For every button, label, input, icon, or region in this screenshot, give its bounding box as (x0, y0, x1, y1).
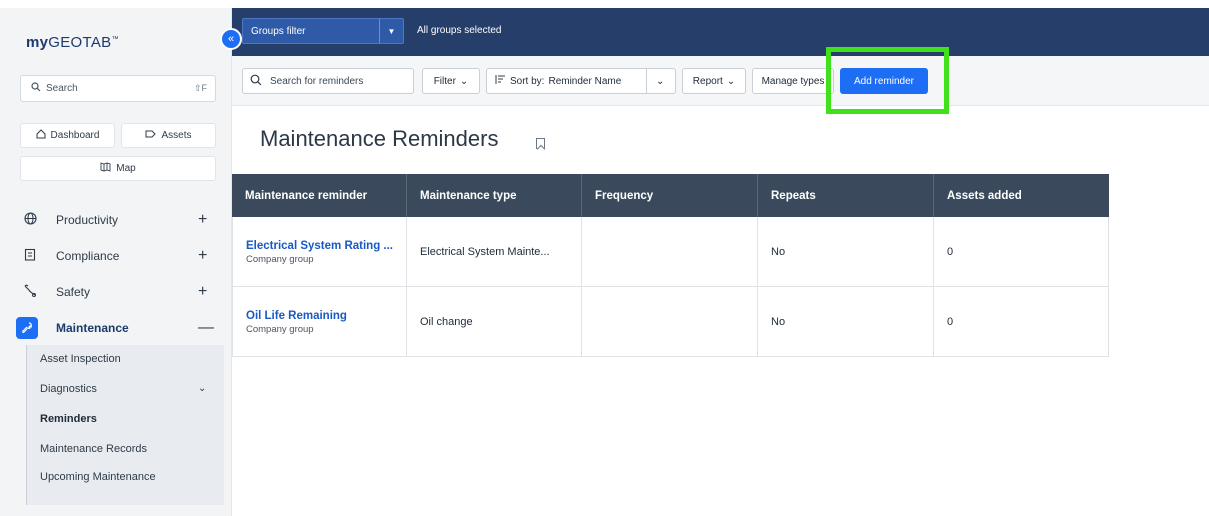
nav-item-compliance[interactable]: Compliance + (0, 241, 232, 271)
manage-types-button[interactable]: Manage types (752, 68, 834, 94)
column-header[interactable]: Assets added (934, 174, 1109, 217)
submenu-upcoming-maintenance[interactable]: Upcoming Maintenance (40, 471, 156, 483)
repeats-cell: No (758, 217, 934, 287)
wrench-icon (16, 317, 38, 339)
dropdown-arrow-icon[interactable]: ▼ (379, 19, 403, 43)
frequency-cell (582, 217, 758, 287)
submenu-diagnostics[interactable]: Diagnostics ⌄ (40, 383, 206, 395)
reminder-group: Company group (246, 323, 314, 335)
groups-status: All groups selected (417, 25, 502, 36)
sidebar-search-placeholder: Search (46, 83, 78, 94)
divider (646, 69, 647, 93)
column-header[interactable]: Repeats (758, 174, 934, 217)
assets-cell: 0 (934, 217, 1109, 287)
reminder-link[interactable]: Oil Life Remaining (246, 310, 406, 322)
chevron-down-icon: ⌄ (459, 75, 469, 87)
column-header[interactable]: Maintenance type (407, 174, 582, 217)
assets-button[interactable]: Assets (121, 123, 216, 148)
maintenance-submenu: Asset Inspection Diagnostics ⌄ Reminders… (26, 345, 224, 505)
reminder-group: Company group (246, 253, 314, 265)
search-shortcut: ⇧F (193, 83, 207, 93)
search-icon (250, 74, 262, 89)
collapse-section-icon: — (198, 319, 214, 336)
highlight-box (826, 47, 949, 114)
submenu-maintenance-records[interactable]: Maintenance Records (40, 443, 147, 455)
reminder-cell[interactable]: Oil Life Remaining Company group (232, 287, 407, 357)
table-row[interactable]: Electrical System Rating ... Company gro… (232, 217, 1109, 287)
table-row[interactable]: Oil Life Remaining Company group Oil cha… (232, 287, 1109, 357)
bookmark-icon[interactable] (536, 138, 545, 149)
page-title: Maintenance Reminders (260, 126, 499, 151)
repeats-cell: No (758, 287, 934, 357)
map-icon (100, 162, 111, 175)
top-bar: Groups filter ▼ All groups selected (232, 8, 1209, 56)
type-cell: Electrical System Mainte... (407, 217, 582, 287)
reminder-cell[interactable]: Electrical System Rating ... Company gro… (232, 217, 407, 287)
mygeotab-logo[interactable]: myGEOTAB™ (26, 34, 119, 51)
nav-item-maintenance[interactable]: Maintenance — (0, 313, 232, 343)
expand-icon: + (198, 211, 208, 228)
reminders-search-input[interactable]: Search for reminders (242, 68, 414, 94)
report-button[interactable]: Report ⌄ (682, 68, 746, 94)
expand-icon: + (198, 283, 208, 300)
nav-item-productivity[interactable]: Productivity + (0, 205, 232, 235)
clipboard-icon (22, 248, 38, 264)
tag-icon (145, 129, 157, 142)
sidebar-search-input[interactable]: Search ⇧F (20, 75, 216, 102)
column-header[interactable]: Maintenance reminder (232, 174, 407, 217)
chevron-down-icon[interactable]: ⌄ (656, 76, 664, 87)
collapse-sidebar-button[interactable]: « (220, 28, 242, 50)
search-icon (31, 82, 41, 95)
home-icon (36, 129, 46, 142)
dashboard-button[interactable]: Dashboard (20, 123, 115, 148)
sort-dropdown[interactable]: Sort by: Reminder Name ⌄ (486, 68, 676, 94)
frequency-cell (582, 287, 758, 357)
type-cell: Oil change (407, 287, 582, 357)
top-strip (0, 0, 1209, 8)
safety-icon (22, 284, 38, 300)
toolbar: Search for reminders Filter ⌄ Sort by: R… (232, 56, 1209, 106)
table-header: Maintenance reminder Maintenance type Fr… (232, 174, 1109, 217)
assets-cell: 0 (934, 287, 1109, 357)
expand-icon: + (198, 247, 208, 264)
submenu-asset-inspection[interactable]: Asset Inspection (40, 353, 121, 365)
nav-item-safety[interactable]: Safety + (0, 277, 232, 307)
sort-icon (495, 74, 506, 88)
filter-button[interactable]: Filter ⌄ (422, 68, 480, 94)
reminder-link[interactable]: Electrical System Rating ... (246, 240, 406, 252)
groups-filter-dropdown[interactable]: Groups filter ▼ (242, 18, 404, 44)
chevron-down-icon: ⌄ (726, 75, 736, 87)
column-header[interactable]: Frequency (582, 174, 758, 217)
chevron-down-icon: ⌄ (198, 383, 207, 394)
map-button[interactable]: Map (20, 156, 216, 181)
submenu-reminders[interactable]: Reminders (40, 413, 97, 425)
globe-icon (22, 212, 38, 228)
